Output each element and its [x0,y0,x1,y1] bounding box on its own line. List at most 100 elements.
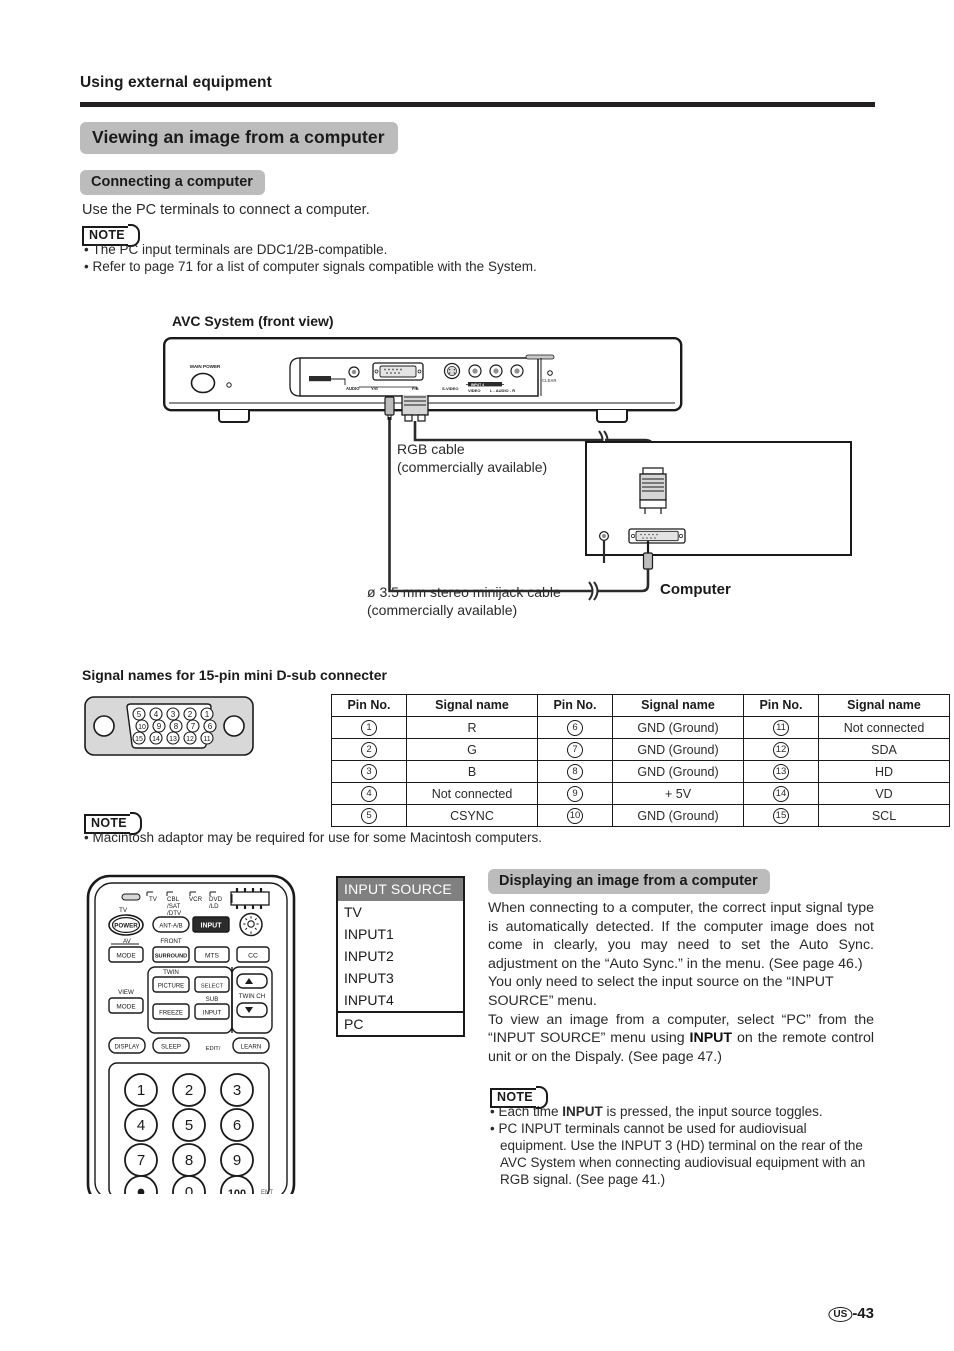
pin-number: 2 [361,742,377,758]
pin-number: 3 [361,764,377,780]
svg-text:/LD: /LD [209,903,219,910]
dsub-connector-illustration: 5 4 3 2 1 10 9 8 7 6 15 14 13 12 11 [84,692,254,762]
svg-text:13: 13 [169,736,177,743]
svg-text:14: 14 [152,736,160,743]
signal-name: GND (Ground) [612,804,744,827]
svg-text:SLEEP: SLEEP [161,1044,181,1051]
signal-name: GND (Ground) [612,716,744,739]
osd-title: INPUT SOURCE [338,878,463,901]
table-header-row: Pin No. Signal name Pin No. Signal name … [331,694,950,717]
col-sig-2: Signal name [612,694,744,717]
svg-text:1: 1 [137,1082,145,1099]
svg-text:4: 4 [137,1117,145,1134]
svg-text:9: 9 [157,722,162,731]
table-row: 5 CSYNC 10 GND (Ground) 15 SCL [331,804,950,827]
svg-text:TV: TV [149,896,158,903]
signal-name: B [406,760,538,783]
note-bullet: Refer to page 71 for a list of computer … [84,258,784,275]
osd-item-pc-selected[interactable]: PC [338,1011,463,1035]
pin-number: 8 [567,764,583,780]
svg-text:INPUT 4: INPUT 4 [471,383,484,387]
svg-text:EDIT/: EDIT/ [206,1046,221,1052]
pin-signal-table: Pin No. Signal name Pin No. Signal name … [331,694,950,827]
signal-name: SCL [818,804,950,827]
svg-text:AUDIO: AUDIO [346,386,360,391]
svg-text:6: 6 [208,722,213,731]
section-heading-displaying: Displaying an image from a computer [488,869,770,894]
svg-text:CC: CC [248,953,258,960]
osd-item-input3[interactable]: INPUT3 [338,967,463,989]
signal-name: GND (Ground) [612,760,744,783]
pin-number: 11 [773,720,789,736]
svg-text:2: 2 [185,1082,193,1099]
svg-text:8: 8 [185,1152,193,1169]
col-pin-2: Pin No. [537,694,613,717]
note-bullet: Each time INPUT is pressed, the input so… [490,1103,874,1120]
input-key-ref: INPUT [689,1030,733,1047]
signal-name: VD [818,782,950,805]
pin-number: 15 [773,808,789,824]
svg-text:SURROUND: SURROUND [155,953,187,959]
svg-text:FREEZE: FREEZE [159,1011,183,1017]
signal-name: + 5V [612,782,744,805]
svg-text:ANT-A/B: ANT-A/B [159,924,182,930]
osd-item-tv[interactable]: TV [338,901,463,923]
osd-item-input1[interactable]: INPUT1 [338,923,463,945]
svg-text:7: 7 [191,722,196,731]
svg-text:9: 9 [233,1152,241,1169]
svg-text:INPUT: INPUT [203,1010,222,1017]
svg-text:5: 5 [137,710,142,719]
svg-text:SUB: SUB [206,996,219,1003]
svg-text:11: 11 [203,736,210,743]
pin-number: 9 [567,786,583,802]
paragraph-3: To view an image from a computer, select… [488,1011,874,1065]
svg-text:MTS: MTS [205,953,220,960]
svg-text:ENT: ENT [261,1190,273,1194]
pin-number: 6 [567,720,583,736]
page-number: -43 [852,1305,874,1322]
svg-text:CLEAR: CLEAR [542,378,556,383]
running-head: Using external equipment [80,74,272,91]
dsub-heading: Signal names for 15-pin mini D-sub conne… [82,667,387,683]
note-bullet: The PC input terminals are DDC1/2B-compa… [84,241,784,258]
osd-item-input4[interactable]: INPUT4 [338,989,463,1011]
svg-text:LEARN: LEARN [241,1044,262,1051]
table-row: 2 G 7 GND (Ground) 12 SDA [331,738,950,761]
svg-text:1: 1 [205,710,210,719]
region-badge: US [828,1307,853,1322]
svg-text:4: 4 [154,710,159,719]
dsub-plug-icon [401,395,429,422]
signal-name: CSYNC [406,804,538,827]
pin-number: 7 [567,742,583,758]
remote-control-illustration: TV CBL /SAT /DTV VCR DVD /LD TV POWER AN… [85,874,297,1194]
col-pin-3: Pin No. [743,694,819,717]
pin-number: 1 [361,720,377,736]
svg-text:5: 5 [185,1117,193,1134]
osd-item-input2[interactable]: INPUT2 [338,945,463,967]
signal-name: G [406,738,538,761]
rgb-cable-label: RGB cable (commercially available) [397,441,548,475]
pin-number: 14 [773,786,789,802]
svg-text:/DTV: /DTV [167,910,182,917]
svg-text:L - AUDIO - R: L - AUDIO - R [490,388,515,393]
col-sig-1: Signal name [406,694,538,717]
svg-text:PICTURE: PICTURE [158,984,184,990]
signal-name: Not connected [406,782,538,805]
svg-text:S-VIDEO: S-VIDEO [442,386,458,391]
svg-text:TV: TV [119,907,128,914]
note-list-top: The PC input terminals are DDC1/2B-compa… [84,241,784,275]
page-title: Viewing an image from a computer [80,122,398,154]
note-list-bottom: Each time INPUT is pressed, the input so… [490,1103,874,1188]
table-row: 1 R 6 GND (Ground) 11 Not connected [331,716,950,739]
pin-number: 5 [361,808,377,824]
note-bullet: PC INPUT terminals cannot be used for au… [490,1120,874,1188]
pin-number: 10 [567,808,583,824]
svg-text:FRONT: FRONT [160,938,182,945]
svg-text:MODE: MODE [116,953,135,960]
svg-text:TWIN: TWIN [163,969,179,976]
input-source-menu[interactable]: INPUT SOURCE TV INPUT1 INPUT2 INPUT3 INP… [336,876,465,1037]
svg-text:3: 3 [233,1082,241,1099]
paragraph-1: When connecting to a computer, the corre… [488,900,874,972]
minijack-cable-label: ø 3.5 mm stereo minijack cable (commerci… [367,584,561,618]
svg-text:0: 0 [185,1184,193,1194]
